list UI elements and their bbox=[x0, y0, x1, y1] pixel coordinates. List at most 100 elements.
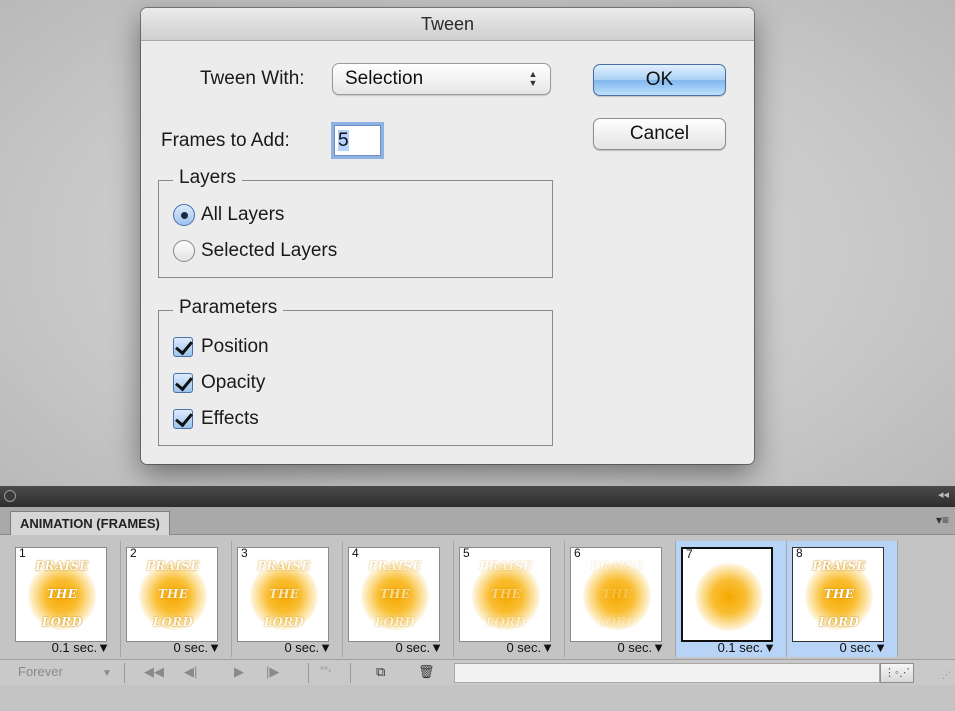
loop-value: Forever bbox=[18, 664, 63, 679]
loop-dropdown-icon[interactable]: ▼ bbox=[102, 666, 112, 682]
animation-frame[interactable]: PRAISE THE LORD 5 0 sec.▼ bbox=[454, 541, 565, 657]
frame-text-line: PRAISE bbox=[812, 559, 866, 573]
frame-text-line: LORD bbox=[263, 615, 305, 629]
frame-number: 2 bbox=[128, 547, 139, 560]
frame-delay-select[interactable]: 0.1 sec.▼ bbox=[718, 641, 776, 655]
frame-text-line: PRAISE bbox=[257, 559, 311, 573]
frame-thumbnail: PRAISE THE LORD 1 bbox=[15, 547, 107, 642]
frame-text-line: THE bbox=[157, 587, 189, 601]
frame-number: 6 bbox=[572, 547, 583, 560]
next-frame-icon[interactable]: |▶ bbox=[266, 664, 279, 680]
toolbar-status-area bbox=[454, 663, 880, 683]
opacity-label: Opacity bbox=[201, 372, 266, 393]
frame-text-line: PRAISE bbox=[368, 559, 422, 573]
animation-frame[interactable]: PRAISE THE LORD 3 0 sec.▼ bbox=[232, 541, 343, 657]
tween-with-value: Selection bbox=[345, 68, 424, 89]
glow-graphic bbox=[695, 563, 763, 631]
all-layers-label: All Layers bbox=[201, 204, 285, 225]
animation-frame[interactable]: PRAISE THE LORD 4 0 sec.▼ bbox=[343, 541, 454, 657]
frame-text-line: PRAISE bbox=[479, 559, 533, 573]
frame-text-line: THE bbox=[46, 587, 78, 601]
frame-thumbnail: PRAISE THE LORD 8 bbox=[792, 547, 884, 642]
animation-frame[interactable]: PRAISE THE LORD 8 0 sec.▼ bbox=[787, 541, 898, 657]
frame-thumbnail: PRAISE THE LORD 5 bbox=[459, 547, 551, 642]
frames-to-add-value: 5 bbox=[338, 130, 349, 151]
cancel-button[interactable]: Cancel bbox=[593, 118, 726, 150]
first-frame-icon[interactable]: ◀◀ bbox=[144, 664, 164, 680]
frame-text-line: LORD bbox=[818, 615, 860, 629]
play-icon[interactable]: ▶ bbox=[234, 664, 244, 680]
frame-number: 3 bbox=[239, 547, 250, 560]
tween-with-select[interactable]: Selection ▲ ▼ bbox=[332, 63, 551, 95]
frame-number: 7 bbox=[684, 547, 695, 561]
position-label: Position bbox=[201, 336, 269, 357]
resize-grip-icon[interactable]: ⋰ bbox=[942, 670, 951, 681]
frame-text-line: LORD bbox=[596, 615, 638, 629]
frame-thumbnail: 7 bbox=[681, 547, 773, 642]
checkmark-icon bbox=[173, 373, 193, 393]
radio-unselected-icon bbox=[173, 240, 195, 262]
duplicate-frame-icon[interactable]: ⧉ bbox=[376, 664, 385, 680]
animation-frame[interactable]: 7 0.1 sec.▼ bbox=[676, 541, 787, 657]
frame-text-line: THE bbox=[379, 587, 411, 601]
animation-frame[interactable]: PRAISE THE LORD 6 0 sec.▼ bbox=[565, 541, 676, 657]
frame-delay-select[interactable]: 0.1 sec.▼ bbox=[52, 641, 110, 655]
panel-menu-icon[interactable]: ▾≡ bbox=[936, 513, 949, 527]
trash-icon[interactable]: 🗑 bbox=[418, 664, 435, 680]
frame-text-line: PRAISE bbox=[146, 559, 200, 573]
frame-text-line: LORD bbox=[152, 615, 194, 629]
tween-with-label: Tween With: bbox=[200, 68, 305, 89]
frame-number: 4 bbox=[350, 547, 361, 560]
frame-delay-select[interactable]: 0 sec.▼ bbox=[173, 641, 221, 655]
frame-thumbnail: PRAISE THE LORD 4 bbox=[348, 547, 440, 642]
frame-text-line: LORD bbox=[485, 615, 527, 629]
checkmark-icon bbox=[173, 337, 193, 357]
toolbar-divider bbox=[350, 663, 351, 683]
frame-delay-select[interactable]: 0 sec.▼ bbox=[617, 641, 665, 655]
panel-header: ◂◂ bbox=[0, 486, 955, 507]
layers-group: Layers All Layers Selected Layers bbox=[158, 167, 553, 278]
frame-number: 8 bbox=[794, 547, 805, 560]
frame-number: 1 bbox=[17, 547, 28, 560]
tween-dialog: Tween Tween With: Selection ▲ ▼ Frames to… bbox=[141, 8, 754, 464]
dialog-title: Tween bbox=[141, 8, 754, 41]
frame-text-line: PRAISE bbox=[590, 559, 644, 573]
frame-text-line: THE bbox=[823, 587, 855, 601]
frame-text-line: THE bbox=[601, 587, 633, 601]
frame-thumbnail: PRAISE THE LORD 6 bbox=[570, 547, 662, 642]
parameters-legend: Parameters bbox=[173, 297, 284, 319]
frames-strip: PRAISE THE LORD 1 0.1 sec.▼ PRAISE THE LORD 2 0 s… bbox=[10, 541, 915, 657]
animation-frame[interactable]: PRAISE THE LORD 1 0.1 sec.▼ bbox=[10, 541, 121, 657]
tween-icon[interactable]: °°◦ bbox=[320, 664, 332, 680]
checkmark-icon bbox=[173, 409, 193, 429]
panel-close-icon[interactable] bbox=[4, 490, 16, 502]
frame-text-line: THE bbox=[268, 587, 300, 601]
radio-selected-icon bbox=[173, 204, 195, 226]
tab-animation-frames[interactable]: ANIMATION (FRAMES) bbox=[10, 511, 170, 535]
frame-text-line: LORD bbox=[374, 615, 416, 629]
frame-text-line: THE bbox=[490, 587, 522, 601]
toolbar-divider bbox=[308, 663, 309, 683]
updown-arrows-icon: ▲ ▼ bbox=[528, 69, 538, 88]
layers-legend: Layers bbox=[173, 167, 243, 189]
frame-thumbnail: PRAISE THE LORD 2 bbox=[126, 547, 218, 642]
convert-timeline-icon[interactable]: ⋮◦⋰ bbox=[880, 663, 914, 683]
parameters-group: Parameters Position Opacity Effects bbox=[158, 297, 553, 446]
collapse-icon[interactable]: ◂◂ bbox=[938, 488, 949, 501]
frame-thumbnail: PRAISE THE LORD 3 bbox=[237, 547, 329, 642]
selected-layers-label: Selected Layers bbox=[201, 240, 338, 261]
animation-frame[interactable]: PRAISE THE LORD 2 0 sec.▼ bbox=[121, 541, 232, 657]
frames-to-add-input[interactable]: 5 bbox=[334, 125, 381, 156]
ok-button[interactable]: OK bbox=[593, 64, 726, 96]
frame-delay-select[interactable]: 0 sec.▼ bbox=[395, 641, 443, 655]
loop-select[interactable]: Forever bbox=[18, 664, 63, 680]
animation-panel: ◂◂ ANIMATION (FRAMES) ▾≡ PRAISE THE LORD 1 0… bbox=[0, 486, 955, 711]
frame-delay-select[interactable]: 0 sec.▼ bbox=[506, 641, 554, 655]
frames-to-add-label: Frames to Add: bbox=[161, 130, 290, 151]
previous-frame-icon[interactable]: ◀| bbox=[184, 664, 197, 680]
animation-toolbar: Forever ▼ ◀◀ ◀| ▶ |▶ °°◦ ⧉ 🗑 ⋮◦⋰ ⋰ bbox=[0, 659, 955, 685]
toolbar-divider bbox=[124, 663, 125, 683]
frame-delay-select[interactable]: 0 sec.▼ bbox=[839, 641, 887, 655]
panel-tabbar: ANIMATION (FRAMES) ▾≡ bbox=[0, 507, 955, 535]
frame-delay-select[interactable]: 0 sec.▼ bbox=[284, 641, 332, 655]
